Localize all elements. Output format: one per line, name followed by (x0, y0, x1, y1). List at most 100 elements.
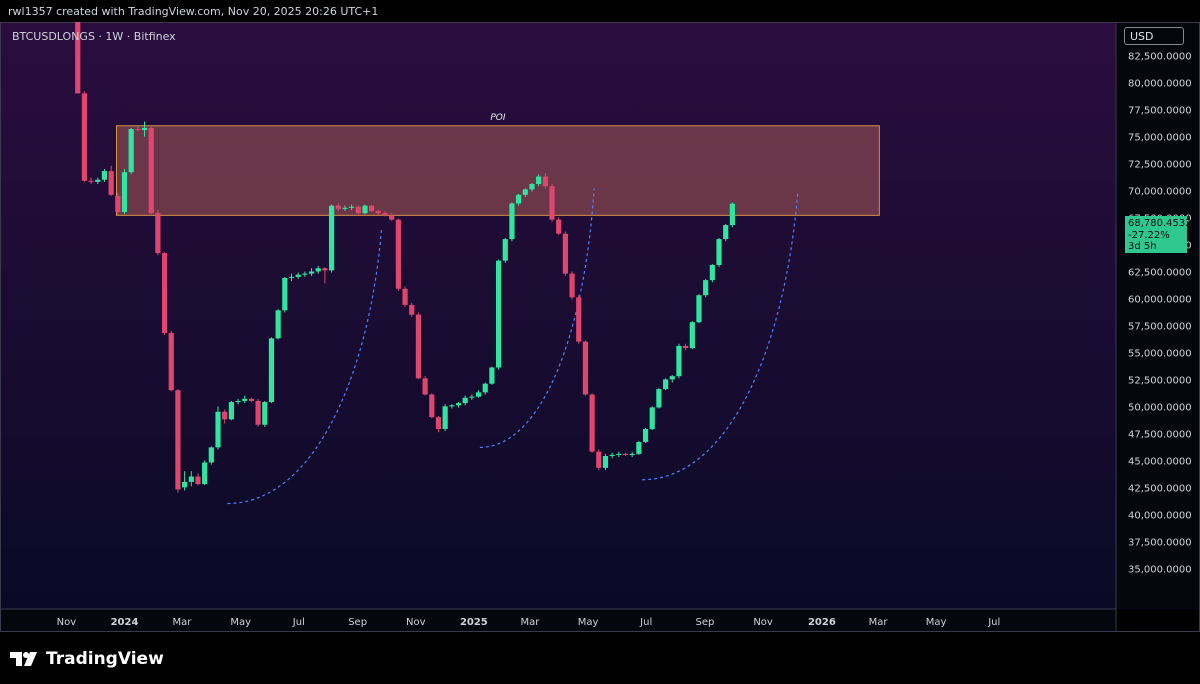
poi-zone (116, 125, 880, 216)
candle-body (482, 383, 488, 393)
candle-body (135, 129, 141, 131)
x-tick-label: 2024 (111, 617, 139, 628)
candle-body (522, 189, 528, 195)
candle-body (275, 310, 281, 339)
candle-body (308, 271, 315, 274)
candle (676, 343, 682, 379)
y-tick-label: 60,000.0000 (1128, 294, 1192, 305)
x-tick-label: Nov (753, 617, 773, 628)
candle (596, 449, 602, 471)
candle-body (355, 206, 361, 214)
candle-body (148, 127, 154, 214)
candle (275, 309, 281, 340)
candle (649, 406, 655, 431)
candle-body (616, 453, 622, 455)
candle-body (121, 172, 128, 213)
candle-body (282, 277, 288, 311)
candle-body (622, 453, 629, 455)
x-tick-label: Jul (639, 617, 652, 628)
candle (656, 388, 662, 409)
candle-body (556, 219, 562, 234)
candle-body (268, 338, 275, 403)
candle-body (175, 390, 181, 490)
tradingview-logo[interactable]: TradingView (10, 649, 164, 669)
candle (636, 440, 642, 455)
candle-body (429, 394, 435, 418)
candle (175, 389, 181, 493)
symbol-info[interactable]: BTCUSDLONGS · 1W · Bitfinex (12, 30, 176, 43)
candle (716, 238, 722, 268)
footer (0, 632, 1200, 684)
candle-body (389, 215, 395, 220)
currency-button[interactable]: USD (1124, 27, 1184, 45)
candle (549, 184, 555, 222)
candle-body (596, 451, 602, 468)
plot-background (1, 23, 1116, 609)
candle (502, 238, 508, 263)
candle-body (636, 441, 642, 454)
candle-body (182, 481, 188, 488)
candle (148, 125, 154, 215)
candle-body (409, 304, 415, 315)
candle-body (382, 213, 388, 216)
candle-body (349, 206, 355, 208)
x-tick-label: Nov (406, 617, 426, 628)
candle (422, 376, 428, 396)
candle-body (489, 367, 495, 384)
candle-body (689, 322, 695, 349)
candle-body (222, 411, 228, 420)
x-tick-label: Sep (696, 617, 715, 628)
candle-body (108, 171, 114, 195)
candle (556, 217, 562, 235)
candle (689, 321, 695, 350)
poi-label: POI (490, 113, 506, 123)
candle-body (255, 400, 261, 425)
candle-body (302, 273, 308, 275)
price-chart[interactable]: POI 35,000.0000 37,500.0000 40,000.0000 42,… (0, 22, 1200, 632)
candle-body (495, 260, 502, 368)
candle (696, 294, 702, 324)
candle-body (542, 176, 548, 187)
candle (328, 204, 335, 273)
candle (662, 378, 669, 391)
candle (402, 286, 408, 308)
candle (723, 223, 729, 242)
candle-body (402, 288, 408, 305)
candle-body (475, 392, 482, 397)
candle (442, 404, 448, 432)
candle-body (723, 225, 729, 240)
candle-body (462, 397, 468, 404)
x-tick-label: May (578, 617, 599, 628)
candle-body (202, 462, 208, 485)
candle (429, 393, 435, 419)
tradingview-logo-icon (10, 652, 37, 666)
x-tick-label: Nov (57, 617, 77, 628)
y-tick-label: 75,000.0000 (1128, 133, 1192, 144)
y-tick-label: 42,500.0000 (1128, 483, 1192, 494)
y-tick-label: 52,500.0000 (1128, 375, 1192, 386)
brand-name: TradingView (46, 649, 164, 669)
candle (262, 400, 268, 427)
last-price-tag: 68,780.4532 -27.22% 3d 5h (1125, 216, 1192, 253)
candle (161, 252, 168, 336)
candle-body (676, 345, 682, 377)
candle (362, 204, 368, 215)
candle-body (328, 205, 335, 271)
candle-body (536, 176, 542, 185)
candle-body (95, 179, 101, 182)
candle-body (602, 456, 609, 468)
candle-body (589, 394, 595, 452)
price-change: -27.22% (1128, 229, 1170, 241)
candle-body (582, 341, 589, 395)
x-axis-background[interactable] (1, 609, 1116, 631)
candle-body (295, 274, 301, 277)
y-tick-label: 57,500.0000 (1128, 321, 1192, 332)
candle-body (342, 207, 348, 209)
candle (215, 406, 221, 450)
y-tick-label: 80,000.0000 (1128, 79, 1192, 90)
candle-body (168, 332, 174, 391)
candle-body (529, 184, 535, 190)
last-price-value: 68,780.4532 (1128, 218, 1192, 229)
candle-body (322, 268, 328, 271)
candle-body (141, 127, 148, 131)
